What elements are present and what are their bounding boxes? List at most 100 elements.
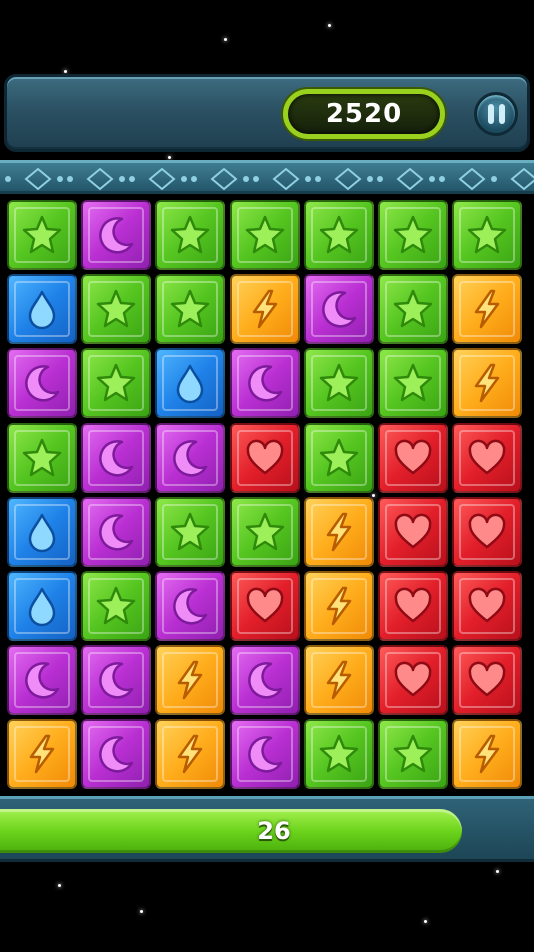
lightning-icon xyxy=(474,289,500,329)
star-icon xyxy=(319,735,359,773)
tile-green[interactable] xyxy=(229,496,300,567)
tile-orange[interactable] xyxy=(155,719,226,790)
lightning-icon xyxy=(178,660,203,700)
tile-purple[interactable] xyxy=(81,496,152,567)
tile-green[interactable] xyxy=(155,200,226,270)
star-icon xyxy=(171,289,210,328)
tile-green[interactable] xyxy=(452,200,523,270)
tile-green[interactable] xyxy=(81,571,152,641)
tile-green[interactable] xyxy=(81,274,152,345)
tile-green[interactable] xyxy=(303,200,374,270)
tile-purple[interactable] xyxy=(303,274,374,345)
tile-green[interactable] xyxy=(378,274,448,345)
tile-purple[interactable] xyxy=(81,719,152,790)
tile-green[interactable] xyxy=(81,348,152,419)
moon-icon xyxy=(25,662,60,699)
moon-icon xyxy=(173,588,208,625)
tile-orange[interactable] xyxy=(155,645,226,716)
tile-purple[interactable] xyxy=(81,645,152,716)
heart-icon xyxy=(468,439,506,474)
heart-icon xyxy=(394,513,432,549)
tile-blue[interactable] xyxy=(7,496,77,567)
tile-green[interactable] xyxy=(378,719,448,790)
tile-red[interactable] xyxy=(452,422,523,493)
moon-icon xyxy=(99,439,134,477)
background-star xyxy=(424,920,427,923)
tile-red[interactable] xyxy=(452,571,523,641)
star-icon xyxy=(96,364,136,402)
moon-icon xyxy=(247,365,282,402)
lightning-icon xyxy=(252,289,277,329)
tile-green[interactable] xyxy=(155,496,226,567)
top-hud: 2520 xyxy=(4,74,530,152)
tile-orange[interactable] xyxy=(7,719,77,790)
moon-icon xyxy=(25,365,60,402)
tile-green[interactable] xyxy=(303,348,374,419)
pause-icon xyxy=(487,104,505,124)
tile-orange[interactable] xyxy=(452,348,523,419)
star-icon xyxy=(171,512,210,551)
score-value: 2520 xyxy=(325,99,403,129)
background-star xyxy=(168,156,171,159)
star-icon xyxy=(319,438,359,476)
tile-green[interactable] xyxy=(303,719,374,790)
tile-green[interactable] xyxy=(229,200,300,270)
tile-blue[interactable] xyxy=(7,571,77,641)
lightning-icon xyxy=(474,735,500,774)
background-star xyxy=(328,24,331,27)
tile-blue[interactable] xyxy=(155,348,226,419)
tile-purple[interactable] xyxy=(81,200,152,270)
star-icon xyxy=(393,215,433,254)
tile-red[interactable] xyxy=(378,422,448,493)
tile-red[interactable] xyxy=(452,645,523,716)
heart-icon xyxy=(246,587,283,623)
background-star xyxy=(58,884,61,887)
heart-icon xyxy=(246,439,283,474)
game-board xyxy=(7,200,527,792)
tile-red[interactable] xyxy=(378,496,448,567)
star-icon xyxy=(319,215,359,254)
background-star xyxy=(140,910,143,913)
star-icon xyxy=(245,215,284,254)
star-icon xyxy=(245,512,284,551)
tile-purple[interactable] xyxy=(229,645,300,716)
tile-green[interactable] xyxy=(378,200,448,270)
tile-purple[interactable] xyxy=(229,348,300,419)
star-icon xyxy=(467,215,507,254)
tile-purple[interactable] xyxy=(155,422,226,493)
star-icon xyxy=(22,215,62,254)
tile-orange[interactable] xyxy=(452,719,523,790)
star-icon xyxy=(319,364,359,402)
tile-purple[interactable] xyxy=(229,719,300,790)
tile-orange[interactable] xyxy=(452,274,523,345)
tile-orange[interactable] xyxy=(229,274,300,345)
background-star xyxy=(496,870,499,873)
tile-purple[interactable] xyxy=(155,571,226,641)
tile-red[interactable] xyxy=(229,571,300,641)
star-icon xyxy=(22,438,62,476)
heart-icon xyxy=(394,661,432,697)
tile-green[interactable] xyxy=(303,422,374,493)
tile-purple[interactable] xyxy=(7,645,77,716)
lightning-icon xyxy=(326,660,352,700)
tile-purple[interactable] xyxy=(81,422,152,493)
tile-purple[interactable] xyxy=(7,348,77,419)
moon-icon xyxy=(173,439,208,477)
tile-orange[interactable] xyxy=(303,645,374,716)
tile-green[interactable] xyxy=(378,348,448,419)
tile-red[interactable] xyxy=(452,496,523,567)
tile-green[interactable] xyxy=(7,200,77,270)
pause-button[interactable] xyxy=(474,92,518,136)
moon-icon xyxy=(99,217,134,254)
tile-orange[interactable] xyxy=(303,571,374,641)
lightning-icon xyxy=(178,735,203,774)
score-display: 2520 xyxy=(283,89,445,139)
tile-orange[interactable] xyxy=(303,496,374,567)
tile-red[interactable] xyxy=(378,645,448,716)
moon-icon xyxy=(99,662,134,699)
tile-green[interactable] xyxy=(7,422,77,493)
tile-red[interactable] xyxy=(229,422,300,493)
tile-blue[interactable] xyxy=(7,274,77,345)
tile-red[interactable] xyxy=(378,571,448,641)
tile-green[interactable] xyxy=(155,274,226,345)
